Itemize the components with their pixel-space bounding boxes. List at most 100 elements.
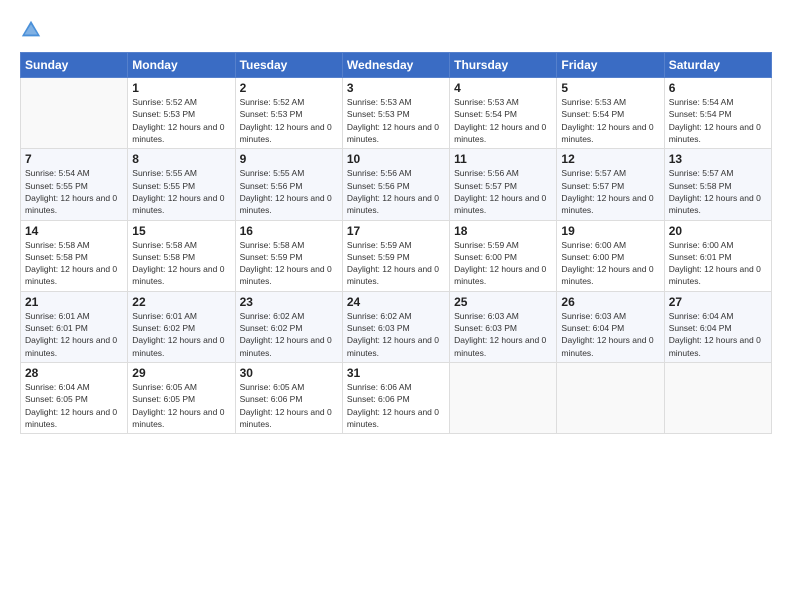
day-info: Sunrise: 6:03 AMSunset: 6:04 PMDaylight:… [561, 310, 659, 359]
day-info: Sunrise: 5:56 AMSunset: 5:56 PMDaylight:… [347, 167, 445, 216]
day-number: 23 [240, 295, 338, 309]
day-info: Sunrise: 5:57 AMSunset: 5:58 PMDaylight:… [669, 167, 767, 216]
day-info: Sunrise: 5:57 AMSunset: 5:57 PMDaylight:… [561, 167, 659, 216]
day-info: Sunrise: 5:59 AMSunset: 5:59 PMDaylight:… [347, 239, 445, 288]
day-number: 18 [454, 224, 552, 238]
day-number: 28 [25, 366, 123, 380]
calendar-cell: 14Sunrise: 5:58 AMSunset: 5:58 PMDayligh… [21, 220, 128, 291]
calendar-cell: 16Sunrise: 5:58 AMSunset: 5:59 PMDayligh… [235, 220, 342, 291]
day-number: 6 [669, 81, 767, 95]
day-number: 16 [240, 224, 338, 238]
calendar-week-row: 28Sunrise: 6:04 AMSunset: 6:05 PMDayligh… [21, 363, 772, 434]
day-number: 14 [25, 224, 123, 238]
day-number: 24 [347, 295, 445, 309]
day-number: 25 [454, 295, 552, 309]
day-info: Sunrise: 6:05 AMSunset: 6:06 PMDaylight:… [240, 381, 338, 430]
calendar-cell: 6Sunrise: 5:54 AMSunset: 5:54 PMDaylight… [664, 78, 771, 149]
calendar-week-row: 7Sunrise: 5:54 AMSunset: 5:55 PMDaylight… [21, 149, 772, 220]
calendar-cell: 13Sunrise: 5:57 AMSunset: 5:58 PMDayligh… [664, 149, 771, 220]
calendar-cell: 18Sunrise: 5:59 AMSunset: 6:00 PMDayligh… [450, 220, 557, 291]
day-info: Sunrise: 6:04 AMSunset: 6:05 PMDaylight:… [25, 381, 123, 430]
day-info: Sunrise: 6:05 AMSunset: 6:05 PMDaylight:… [132, 381, 230, 430]
calendar-cell [557, 363, 664, 434]
day-info: Sunrise: 6:03 AMSunset: 6:03 PMDaylight:… [454, 310, 552, 359]
calendar: SundayMondayTuesdayWednesdayThursdayFrid… [20, 52, 772, 434]
day-info: Sunrise: 5:59 AMSunset: 6:00 PMDaylight:… [454, 239, 552, 288]
calendar-cell: 21Sunrise: 6:01 AMSunset: 6:01 PMDayligh… [21, 291, 128, 362]
calendar-cell: 5Sunrise: 5:53 AMSunset: 5:54 PMDaylight… [557, 78, 664, 149]
day-number: 4 [454, 81, 552, 95]
calendar-cell: 19Sunrise: 6:00 AMSunset: 6:00 PMDayligh… [557, 220, 664, 291]
day-number: 1 [132, 81, 230, 95]
weekday-header: Tuesday [235, 53, 342, 78]
day-number: 17 [347, 224, 445, 238]
day-number: 3 [347, 81, 445, 95]
page-container: SundayMondayTuesdayWednesdayThursdayFrid… [0, 0, 792, 612]
day-number: 30 [240, 366, 338, 380]
day-number: 13 [669, 152, 767, 166]
calendar-week-row: 21Sunrise: 6:01 AMSunset: 6:01 PMDayligh… [21, 291, 772, 362]
calendar-cell: 1Sunrise: 5:52 AMSunset: 5:53 PMDaylight… [128, 78, 235, 149]
day-number: 20 [669, 224, 767, 238]
calendar-cell: 9Sunrise: 5:55 AMSunset: 5:56 PMDaylight… [235, 149, 342, 220]
day-number: 31 [347, 366, 445, 380]
day-info: Sunrise: 5:54 AMSunset: 5:55 PMDaylight:… [25, 167, 123, 216]
calendar-cell: 30Sunrise: 6:05 AMSunset: 6:06 PMDayligh… [235, 363, 342, 434]
day-info: Sunrise: 5:53 AMSunset: 5:54 PMDaylight:… [454, 96, 552, 145]
day-info: Sunrise: 5:54 AMSunset: 5:54 PMDaylight:… [669, 96, 767, 145]
calendar-cell: 3Sunrise: 5:53 AMSunset: 5:53 PMDaylight… [342, 78, 449, 149]
day-info: Sunrise: 6:01 AMSunset: 6:02 PMDaylight:… [132, 310, 230, 359]
calendar-cell: 2Sunrise: 5:52 AMSunset: 5:53 PMDaylight… [235, 78, 342, 149]
day-number: 29 [132, 366, 230, 380]
day-info: Sunrise: 5:52 AMSunset: 5:53 PMDaylight:… [132, 96, 230, 145]
weekday-header: Friday [557, 53, 664, 78]
day-number: 26 [561, 295, 659, 309]
calendar-cell: 31Sunrise: 6:06 AMSunset: 6:06 PMDayligh… [342, 363, 449, 434]
calendar-cell: 27Sunrise: 6:04 AMSunset: 6:04 PMDayligh… [664, 291, 771, 362]
day-number: 21 [25, 295, 123, 309]
logo [20, 18, 46, 40]
calendar-cell [664, 363, 771, 434]
calendar-cell: 26Sunrise: 6:03 AMSunset: 6:04 PMDayligh… [557, 291, 664, 362]
calendar-cell: 8Sunrise: 5:55 AMSunset: 5:55 PMDaylight… [128, 149, 235, 220]
logo-icon [20, 18, 42, 40]
weekday-header: Monday [128, 53, 235, 78]
day-number: 19 [561, 224, 659, 238]
calendar-cell: 28Sunrise: 6:04 AMSunset: 6:05 PMDayligh… [21, 363, 128, 434]
calendar-cell: 25Sunrise: 6:03 AMSunset: 6:03 PMDayligh… [450, 291, 557, 362]
calendar-cell: 15Sunrise: 5:58 AMSunset: 5:58 PMDayligh… [128, 220, 235, 291]
day-info: Sunrise: 5:58 AMSunset: 5:58 PMDaylight:… [25, 239, 123, 288]
calendar-cell: 11Sunrise: 5:56 AMSunset: 5:57 PMDayligh… [450, 149, 557, 220]
weekday-header: Wednesday [342, 53, 449, 78]
day-number: 7 [25, 152, 123, 166]
day-info: Sunrise: 5:55 AMSunset: 5:56 PMDaylight:… [240, 167, 338, 216]
calendar-week-row: 1Sunrise: 5:52 AMSunset: 5:53 PMDaylight… [21, 78, 772, 149]
day-info: Sunrise: 6:00 AMSunset: 6:00 PMDaylight:… [561, 239, 659, 288]
calendar-cell: 12Sunrise: 5:57 AMSunset: 5:57 PMDayligh… [557, 149, 664, 220]
day-number: 8 [132, 152, 230, 166]
day-info: Sunrise: 5:58 AMSunset: 5:58 PMDaylight:… [132, 239, 230, 288]
weekday-header: Thursday [450, 53, 557, 78]
day-number: 10 [347, 152, 445, 166]
day-info: Sunrise: 5:55 AMSunset: 5:55 PMDaylight:… [132, 167, 230, 216]
calendar-cell: 4Sunrise: 5:53 AMSunset: 5:54 PMDaylight… [450, 78, 557, 149]
day-number: 11 [454, 152, 552, 166]
calendar-cell: 10Sunrise: 5:56 AMSunset: 5:56 PMDayligh… [342, 149, 449, 220]
weekday-header: Sunday [21, 53, 128, 78]
calendar-cell [450, 363, 557, 434]
day-info: Sunrise: 6:02 AMSunset: 6:02 PMDaylight:… [240, 310, 338, 359]
day-number: 9 [240, 152, 338, 166]
header [20, 18, 772, 40]
day-number: 2 [240, 81, 338, 95]
calendar-cell [21, 78, 128, 149]
calendar-cell: 22Sunrise: 6:01 AMSunset: 6:02 PMDayligh… [128, 291, 235, 362]
day-info: Sunrise: 5:53 AMSunset: 5:53 PMDaylight:… [347, 96, 445, 145]
calendar-cell: 20Sunrise: 6:00 AMSunset: 6:01 PMDayligh… [664, 220, 771, 291]
weekday-header: Saturday [664, 53, 771, 78]
day-info: Sunrise: 5:56 AMSunset: 5:57 PMDaylight:… [454, 167, 552, 216]
calendar-cell: 17Sunrise: 5:59 AMSunset: 5:59 PMDayligh… [342, 220, 449, 291]
day-number: 22 [132, 295, 230, 309]
calendar-cell: 7Sunrise: 5:54 AMSunset: 5:55 PMDaylight… [21, 149, 128, 220]
day-number: 15 [132, 224, 230, 238]
day-number: 5 [561, 81, 659, 95]
